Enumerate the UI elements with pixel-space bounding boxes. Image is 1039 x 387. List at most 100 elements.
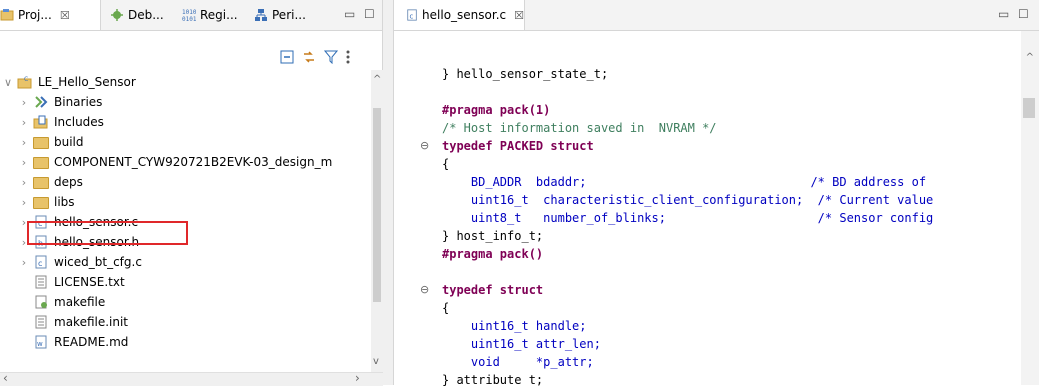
tree-item-deps[interactable]: › deps [18, 172, 83, 192]
chevron-right-icon[interactable]: › [18, 116, 30, 129]
editor-scroll-thumb[interactable] [1023, 98, 1035, 118]
scroll-up-icon[interactable]: ^ [373, 74, 381, 85]
highlight-box [27, 221, 188, 245]
tree-item-includes[interactable]: › Includes [18, 112, 104, 132]
scroll-up-icon[interactable]: ^ [1026, 52, 1034, 63]
code-comment: /* Host information saved in NVRAM */ [442, 121, 717, 135]
folder-icon [33, 155, 49, 169]
tree-item-makefile-init[interactable]: makefile.init [30, 312, 128, 332]
scroll-right-icon[interactable]: › [355, 371, 360, 385]
tree-item-label: deps [54, 175, 83, 189]
debug-icon [111, 9, 123, 21]
editor-panel: c hello_sensor.c ☒ ▭ ☐ } hello_sensor_st… [393, 0, 1039, 387]
includes-icon [33, 115, 48, 129]
tree-item-readme[interactable]: w README.md [30, 332, 128, 352]
tree-item-libs[interactable]: › libs [18, 192, 75, 212]
chevron-right-icon[interactable]: › [18, 176, 30, 189]
minimize-icon[interactable]: ▭ [344, 7, 355, 21]
tree-item-label: build [54, 135, 84, 149]
tree-scroll-thumb[interactable] [373, 108, 381, 302]
close-icon[interactable]: ☒ [514, 9, 524, 22]
chevron-down-icon[interactable]: ∨ [2, 76, 14, 89]
project-folder-icon: C [17, 76, 32, 89]
tree-item-label: LE_Hello_Sensor [38, 75, 136, 89]
text-file-icon [35, 315, 47, 329]
code-line: } host_info_t; [442, 229, 544, 243]
tree-item-label: makefile [54, 295, 106, 309]
registers-icon: 10100101 [182, 9, 196, 22]
tab-registers[interactable]: 1010 0101 Regi... [182, 0, 238, 30]
makefile-icon [35, 295, 47, 309]
project-explorer-icon [0, 9, 14, 21]
maximize-icon[interactable]: ☐ [364, 7, 375, 21]
editor-tab-bar: c hello_sensor.c ☒ ▭ ☐ [394, 0, 1039, 31]
tab-peripherals[interactable]: Peri... [254, 0, 306, 30]
project-explorer-panel: Proj... ☒ Deb... 1010 0101 Regi... Peri..… [0, 0, 383, 386]
minimize-icon[interactable]: ▭ [998, 7, 1009, 21]
c-file-icon: c [407, 9, 417, 21]
scroll-down-icon[interactable]: v [373, 356, 379, 367]
chevron-right-icon[interactable]: › [18, 136, 30, 149]
svg-text:c: c [38, 259, 42, 268]
maximize-icon[interactable]: ☐ [1018, 7, 1029, 21]
svg-text:0101: 0101 [182, 16, 196, 22]
code-line: void *p_attr; [442, 355, 594, 369]
tab-peripherals-label: Peri... [272, 8, 306, 22]
editor-tab-label: hello_sensor.c [422, 8, 507, 22]
tree-item-makefile[interactable]: makefile [30, 292, 105, 312]
code-line: uint16_t attr_len; [442, 337, 601, 351]
tree-item-label: README.md [54, 335, 129, 349]
binaries-icon [35, 96, 48, 108]
fold-icon[interactable]: ⊖ [420, 283, 429, 296]
code-line: } hello_sensor_state_t; [442, 67, 609, 81]
filter-icon[interactable] [324, 50, 338, 64]
code-line: uint16_t handle; [442, 319, 587, 333]
tree-item-label: makefile.init [54, 315, 129, 329]
code-line: { [442, 301, 450, 315]
tree-item-binaries[interactable]: › Binaries [18, 92, 103, 112]
code-line: { [442, 157, 450, 171]
tree-item-component[interactable]: › COMPONENT_CYW920721B2EVK-03_design_m [18, 152, 332, 172]
link-with-editor-icon[interactable] [302, 50, 316, 64]
code-line: uint8_t number_of_blinks; /* Sensor conf… [442, 211, 934, 225]
tree-item-label: Binaries [54, 95, 103, 109]
fold-icon[interactable]: ⊖ [420, 139, 429, 152]
collapse-all-icon[interactable] [280, 50, 294, 64]
tree-item-project[interactable]: ∨ C LE_Hello_Sensor [2, 72, 136, 92]
code-line: typedef struct [442, 283, 544, 297]
close-icon[interactable]: ☒ [60, 9, 70, 22]
folder-icon [33, 135, 49, 149]
tab-project-explorer[interactable]: Proj... ☒ [0, 0, 101, 30]
panel-separator[interactable] [383, 0, 393, 385]
svg-text:1010: 1010 [182, 9, 196, 16]
tree-item-label: Includes [54, 115, 104, 129]
tree-item-label: wiced_bt_cfg.c [54, 255, 142, 269]
text-file-icon [35, 275, 47, 289]
tab-hello-sensor-c[interactable]: c hello_sensor.c ☒ [394, 0, 525, 30]
code-line: #pragma pack() [442, 247, 544, 261]
code-line: typedef PACKED struct [442, 139, 594, 153]
folder-icon [33, 175, 49, 189]
view-menu-icon[interactable] [345, 49, 351, 65]
left-tab-bar: Proj... ☒ Deb... 1010 0101 Regi... Peri..… [0, 0, 382, 31]
tree-horizontal-scrollbar[interactable]: ‹ › [0, 371, 383, 386]
chevron-right-icon[interactable]: › [18, 156, 30, 169]
tree-item-build[interactable]: › build [18, 132, 84, 152]
code-editor[interactable]: } hello_sensor_state_t; #pragma pack(1) … [394, 31, 1039, 387]
tree-item-license[interactable]: LICENSE.txt [30, 272, 125, 292]
chevron-right-icon[interactable]: › [18, 256, 30, 269]
code-line: uint16_t characteristic_client_configura… [442, 193, 934, 207]
tree-item-wiced-bt-cfg[interactable]: › c wiced_bt_cfg.c [18, 252, 142, 272]
code-line: #pragma pack(1) [442, 103, 551, 117]
editor-vertical-scrollbar[interactable] [1021, 31, 1039, 385]
peripherals-icon [255, 9, 267, 21]
tab-debug[interactable]: Deb... [110, 0, 164, 30]
scroll-left-icon[interactable]: ‹ [3, 371, 8, 385]
chevron-right-icon[interactable]: › [18, 96, 30, 109]
tab-debug-label: Deb... [128, 8, 164, 22]
markdown-file-icon: w [35, 335, 47, 349]
svg-text:C: C [24, 76, 28, 83]
code-line: BD_ADDR bdaddr; /* BD address of [442, 175, 927, 189]
chevron-right-icon[interactable]: › [18, 196, 30, 209]
tree-item-label: LICENSE.txt [54, 275, 125, 289]
